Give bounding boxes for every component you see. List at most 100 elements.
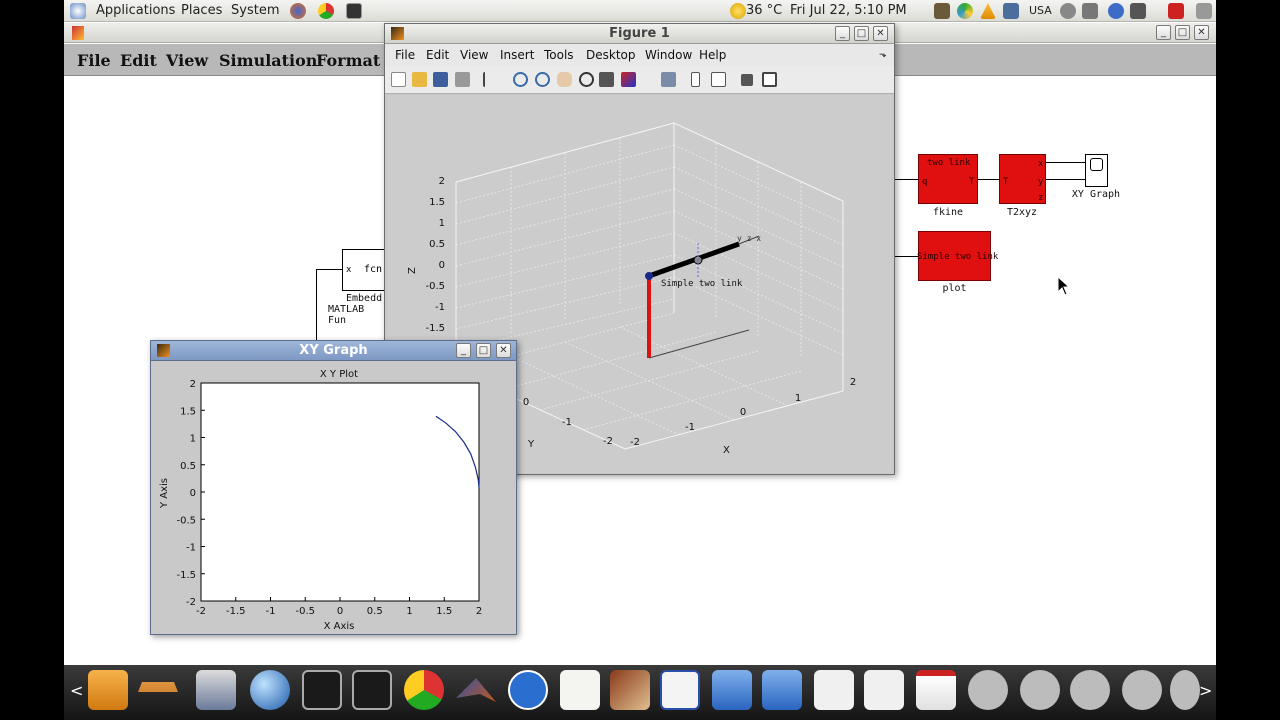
folder-icon[interactable]: [712, 670, 752, 710]
tex-editor-icon[interactable]: [864, 670, 904, 710]
open-file-icon[interactable]: [412, 72, 427, 87]
gimp-icon[interactable]: [1020, 670, 1060, 710]
robot-joint[interactable]: [645, 272, 653, 280]
applications-menu[interactable]: Applications: [96, 3, 175, 18]
gimp-icon[interactable]: [1122, 670, 1162, 710]
menu-tools[interactable]: Tools: [544, 48, 574, 62]
legend-icon[interactable]: [711, 72, 726, 87]
close-button[interactable]: ✕: [873, 26, 888, 41]
xy-graph-window[interactable]: XY Graph _ □ ✕ X Y Plot -2 -1.5 -1 -0.5 0 0.5…: [150, 340, 517, 635]
help-icon[interactable]: [508, 670, 548, 710]
simulink-app-icon[interactable]: [72, 26, 84, 40]
rotate-3d-icon[interactable]: [579, 72, 594, 87]
minimize-button[interactable]: _: [456, 343, 471, 358]
link-plot-icon[interactable]: [661, 72, 676, 87]
web-browser-icon[interactable]: [250, 670, 290, 710]
plot-block[interactable]: Simple two link: [917, 231, 998, 281]
microphone-icon[interactable]: [1060, 3, 1076, 19]
network-icon[interactable]: [1130, 3, 1146, 19]
minimize-button[interactable]: _: [835, 26, 850, 41]
gnome-foot-icon[interactable]: [70, 3, 86, 19]
minimize-button[interactable]: _: [1156, 25, 1171, 40]
bluetooth-icon[interactable]: [1108, 3, 1124, 19]
fkine-block[interactable]: two link q T: [918, 154, 978, 204]
maximize-button[interactable]: □: [1175, 25, 1190, 40]
signal-line[interactable]: [316, 269, 317, 341]
clock[interactable]: Fri Jul 22, 5:10 PM: [790, 3, 907, 18]
terminal-icon[interactable]: [352, 670, 392, 710]
dock-arrow-icon[interactable]: ⬎: [879, 50, 887, 60]
update-icon[interactable]: [957, 3, 973, 19]
figure1-titlebar[interactable]: Figure 1 _ □ ✕: [385, 24, 894, 44]
signal-line[interactable]: [895, 179, 918, 180]
gimp-icon[interactable]: [968, 670, 1008, 710]
chrome-icon[interactable]: [318, 3, 334, 19]
print-icon[interactable]: [455, 72, 470, 87]
new-figure-icon[interactable]: [391, 72, 406, 87]
display-icon[interactable]: [1003, 3, 1019, 19]
applet-icon[interactable]: [934, 3, 950, 19]
terminal-icon[interactable]: [302, 670, 342, 710]
data-cursor-icon[interactable]: [599, 72, 614, 87]
embedded-matlab-function-block[interactable]: x fcn: [342, 249, 386, 291]
xy-graph-titlebar[interactable]: XY Graph _ □ ✕: [151, 341, 516, 361]
chrome-icon[interactable]: [404, 670, 444, 710]
t2xyz-block[interactable]: T x y z: [999, 154, 1046, 204]
menu-window[interactable]: Window: [645, 48, 692, 62]
pdf-viewer-icon[interactable]: [916, 670, 956, 710]
user-status-icon[interactable]: [1168, 3, 1184, 19]
menu-desktop[interactable]: Desktop: [586, 48, 636, 62]
menu-format[interactable]: Format: [316, 51, 380, 70]
xy-plot[interactable]: X Y Plot -2 -1.5 -1 -0.5 0 0.5 1 1.5 2 2 1.5 1 0.5 0…: [151, 361, 516, 634]
plot-area[interactable]: [200, 382, 480, 602]
brush-icon[interactable]: [621, 72, 636, 87]
text-editor-icon[interactable]: [560, 670, 600, 710]
file-manager-icon[interactable]: [88, 670, 128, 710]
folder-icon[interactable]: [762, 670, 802, 710]
maximize-button[interactable]: □: [476, 343, 491, 358]
menu-insert[interactable]: Insert: [500, 48, 534, 62]
gimp-icon[interactable]: [1070, 670, 1110, 710]
xy-graph-block[interactable]: [1085, 154, 1108, 187]
menu-file[interactable]: File: [77, 51, 111, 70]
zoom-out-icon[interactable]: [535, 72, 550, 87]
gimp-icon[interactable]: [1170, 670, 1200, 710]
dock-scroll-right-icon[interactable]: >: [1199, 681, 1212, 700]
screenshot-icon[interactable]: [196, 670, 236, 710]
hide-plot-tools-icon[interactable]: [741, 74, 753, 86]
menu-simulation[interactable]: Simulation: [219, 51, 317, 70]
image-viewer-icon[interactable]: [610, 670, 650, 710]
tex-editor-icon[interactable]: [814, 670, 854, 710]
show-plot-tools-icon[interactable]: [762, 72, 777, 87]
pan-hand-icon[interactable]: [557, 72, 572, 87]
menu-view[interactable]: View: [166, 51, 208, 70]
signal-line[interactable]: [1046, 162, 1085, 163]
volume-icon[interactable]: [1082, 3, 1098, 19]
menu-help[interactable]: Help: [699, 48, 726, 62]
edit-plot-arrow-icon[interactable]: [483, 72, 498, 87]
shutdown-icon[interactable]: [1196, 3, 1212, 19]
system-menu[interactable]: System: [231, 3, 279, 18]
menu-edit[interactable]: Edit: [120, 51, 157, 70]
save-icon[interactable]: [433, 72, 448, 87]
document-icon[interactable]: [660, 670, 700, 710]
weather-temperature[interactable]: 36 °C: [746, 3, 782, 18]
terminal-icon[interactable]: [346, 3, 362, 19]
dock-scroll-left-icon[interactable]: <: [70, 681, 83, 700]
menu-edit[interactable]: Edit: [426, 48, 449, 62]
colorbar-icon[interactable]: [691, 72, 700, 87]
zoom-in-icon[interactable]: [513, 72, 528, 87]
menu-view[interactable]: View: [460, 48, 488, 62]
firefox-icon[interactable]: [290, 3, 306, 19]
close-button[interactable]: ✕: [496, 343, 511, 358]
menu-file[interactable]: File: [395, 48, 415, 62]
signal-line[interactable]: [978, 179, 999, 180]
signal-line[interactable]: [1046, 179, 1085, 180]
maximize-button[interactable]: □: [854, 26, 869, 41]
close-button[interactable]: ✕: [1194, 25, 1209, 40]
signal-line[interactable]: [895, 256, 918, 257]
signal-line[interactable]: [316, 269, 342, 270]
places-menu[interactable]: Places: [181, 3, 222, 18]
keyboard-layout[interactable]: USA: [1029, 4, 1052, 17]
warning-icon[interactable]: [980, 3, 996, 19]
